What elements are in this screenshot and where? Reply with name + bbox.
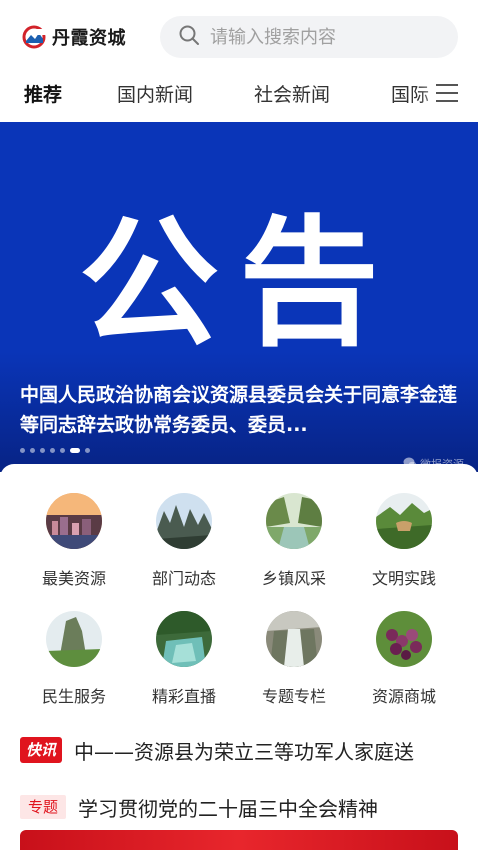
search-icon: [178, 24, 200, 50]
grapes-icon: [376, 611, 432, 667]
banner-headline: 公告: [78, 203, 399, 366]
grid-item-township[interactable]: 乡镇风采: [239, 493, 349, 589]
grid-label: 资源商城: [371, 687, 436, 706]
city-view-icon: [46, 493, 102, 549]
grid-label: 乡镇风采: [261, 569, 326, 588]
flash-news-row[interactable]: 快讯 中——资源县为荣立三等功军人家庭送: [20, 735, 414, 765]
search-bar[interactable]: [160, 16, 458, 58]
grid-item-resource-mall[interactable]: 资源商城: [349, 611, 459, 707]
search-input[interactable]: [210, 26, 440, 48]
tab-social-news[interactable]: 社会新闻: [254, 80, 330, 107]
flash-badge: 快讯: [20, 737, 63, 763]
carousel-dot: [50, 448, 55, 453]
mountain-peaks-icon: [156, 493, 212, 549]
banner-caption[interactable]: 中国人民政治协商会议资源县委员会关于同意李金莲等同志辞去政协常务委员、委员...: [20, 380, 458, 440]
river-valley-icon: [266, 493, 322, 549]
topic-news-row[interactable]: 专题 学习贯彻党的二十届三中全会精神: [20, 792, 378, 822]
carousel-dot: [40, 448, 45, 453]
green-hills-icon: [376, 493, 432, 549]
waterfall-stream-icon: [156, 611, 212, 667]
grid-item-civilization[interactable]: 文明实践: [349, 493, 459, 589]
banner-carousel[interactable]: 公告 中国人民政治协商会议资源县委员会关于同意李金莲等同志辞去政协常务委员、委员…: [0, 122, 478, 472]
logo-emblem-icon: [22, 25, 46, 49]
flash-news-text[interactable]: 中——资源县为荣立三等功军人家庭送: [74, 736, 414, 765]
grid-label: 专题专栏: [261, 687, 326, 706]
category-tabs: 推荐 国内新闻 社会新闻 国际: [0, 72, 478, 118]
grid-item-live-stream[interactable]: 精彩直播: [129, 611, 239, 707]
cascade-icon: [266, 611, 322, 667]
grid-item-department-news[interactable]: 部门动态: [129, 493, 239, 589]
rock-peak-icon: [46, 611, 102, 667]
grid-label: 精彩直播: [151, 687, 216, 706]
app-logo[interactable]: 丹霞资城: [22, 24, 126, 50]
carousel-dot: [60, 448, 65, 453]
carousel-dot-active: [70, 448, 80, 453]
grid-item-most-beautiful[interactable]: 最美资源: [19, 493, 129, 589]
top-header: 丹霞资城: [0, 0, 478, 72]
grid-label: 文明实践: [371, 569, 436, 588]
topic-badge: 专题: [20, 795, 67, 819]
carousel-dot: [85, 448, 90, 453]
logo-text: 丹霞资城: [52, 28, 126, 49]
tab-recommend[interactable]: 推荐: [24, 80, 62, 107]
carousel-indicator: [20, 448, 90, 453]
topic-news-text[interactable]: 学习贯彻党的二十届三中全会精神: [78, 793, 378, 822]
carousel-dot: [20, 448, 25, 453]
tab-domestic-news[interactable]: 国内新闻: [117, 80, 193, 107]
grid-label: 民生服务: [41, 687, 106, 706]
carousel-dot: [30, 448, 35, 453]
grid-label: 最美资源: [41, 569, 106, 588]
grid-item-livelihood[interactable]: 民生服务: [19, 611, 129, 707]
menu-icon[interactable]: [434, 82, 460, 104]
grid-item-special-topics[interactable]: 专题专栏: [239, 611, 349, 707]
grid-label: 部门动态: [151, 569, 216, 588]
topic-banner-preview[interactable]: [20, 830, 458, 850]
